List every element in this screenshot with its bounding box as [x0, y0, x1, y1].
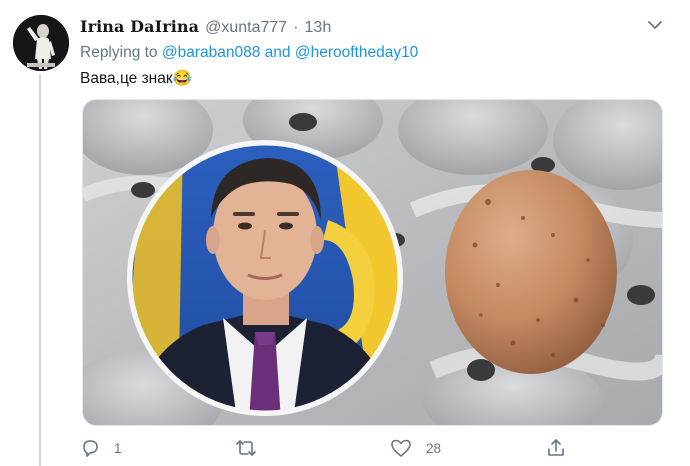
reply-icon — [83, 440, 98, 457]
tweet-media[interactable] — [82, 99, 663, 426]
reply-count: 1 — [114, 440, 122, 456]
mention-conjunction: and — [264, 44, 291, 61]
display-name[interactable]: Irina DaIrina — [80, 17, 199, 36]
retweet-button[interactable] — [235, 438, 271, 458]
tweet-text: Вава,це знак😂 — [80, 70, 192, 87]
retweet-icon — [236, 440, 256, 456]
avatar-image — [13, 15, 69, 71]
share-icon — [548, 439, 564, 456]
like-count: 28 — [426, 440, 442, 456]
heart-icon — [391, 439, 411, 457]
chevron-down-icon[interactable] — [646, 16, 664, 34]
user-handle[interactable]: @xunta777 — [205, 19, 287, 37]
reply-button[interactable]: 1 — [80, 438, 122, 458]
thread-line — [39, 74, 41, 466]
mention-link[interactable]: @herooftheday10 — [295, 44, 418, 61]
tweet-header: Irina DaIrina @xunta777 · 13h — [80, 17, 331, 37]
replying-to: Replying to @baraban088 and @herooftheda… — [80, 44, 418, 62]
replying-prefix: Replying to — [80, 44, 158, 61]
action-bar: 1 28 — [80, 438, 580, 462]
separator-dot: · — [293, 19, 299, 36]
like-button[interactable]: 28 — [390, 438, 441, 458]
timestamp[interactable]: 13h — [305, 19, 332, 37]
avatar[interactable] — [13, 15, 69, 71]
mention-link[interactable]: @baraban088 — [162, 44, 260, 61]
tweet[interactable]: Irina DaIrina @xunta777 · 13h Replying t… — [0, 0, 690, 466]
media-image — [83, 100, 662, 425]
share-button[interactable] — [546, 438, 580, 458]
